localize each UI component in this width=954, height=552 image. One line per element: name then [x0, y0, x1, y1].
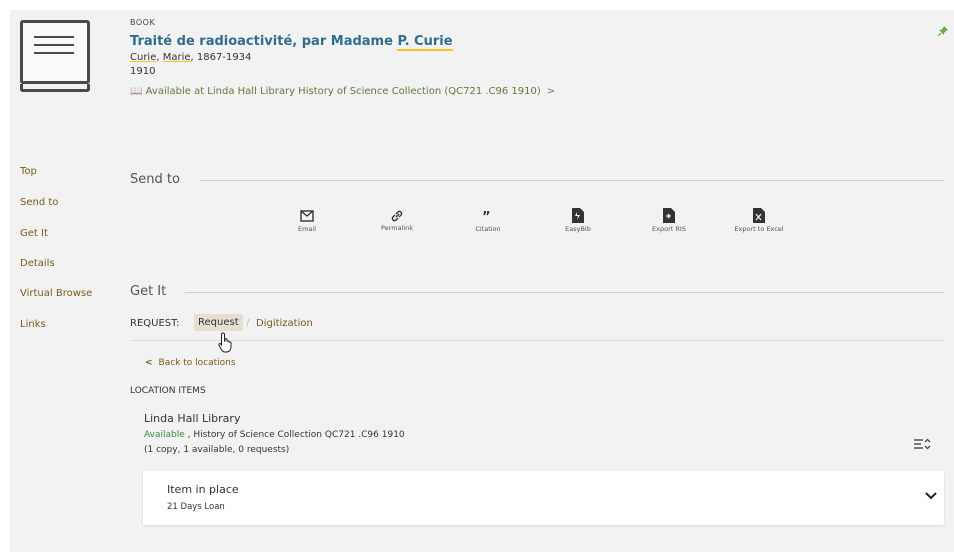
- item-row[interactable]: Item in place 21 Days Loan: [143, 471, 944, 525]
- book-thumbnail-icon: [20, 20, 96, 94]
- location-copies: (1 copy, 1 available, 0 requests): [144, 445, 290, 455]
- nav-send-to[interactable]: Send to: [20, 197, 58, 208]
- easybib-icon: [572, 208, 584, 223]
- quote-icon: ”: [482, 211, 491, 221]
- request-divider: [130, 340, 944, 341]
- chevron-left-icon: <: [145, 358, 153, 368]
- pin-icon[interactable]: [938, 26, 948, 36]
- location-items-heading: LOCATION ITEMS: [130, 386, 206, 396]
- hand-cursor-icon: [218, 332, 232, 353]
- availability-status: Available: [144, 430, 185, 440]
- excel-icon: [753, 208, 765, 223]
- nav-details[interactable]: Details: [20, 258, 55, 269]
- record-type: BOOK: [130, 18, 156, 27]
- citation-button[interactable]: ” Citation: [453, 211, 523, 233]
- link-icon: [391, 210, 403, 222]
- item-policy: 21 Days Loan: [167, 502, 225, 512]
- nav-top[interactable]: Top: [20, 166, 37, 177]
- nav-virtual-browse[interactable]: Virtual Browse: [20, 288, 92, 299]
- nav-links[interactable]: Links: [20, 319, 46, 330]
- item-status: Item in place: [167, 483, 239, 496]
- request-label: REQUEST:: [130, 318, 180, 329]
- location-name: Linda Hall Library: [144, 412, 241, 425]
- export-ris-icon: [663, 208, 675, 223]
- request-tab[interactable]: Request: [194, 314, 243, 331]
- get-it-divider: [185, 292, 944, 293]
- back-to-locations-link[interactable]: < Back to locations: [145, 358, 236, 368]
- digitization-tab[interactable]: Digitization: [256, 318, 313, 329]
- request-separator: /: [246, 318, 250, 329]
- availability-link[interactable]: 📖 Available at Linda Hall Library Histor…: [130, 86, 555, 97]
- record-title[interactable]: Traité de radioactivité, par Madame P. C…: [130, 34, 453, 51]
- envelope-icon: [300, 210, 314, 222]
- export-excel-button[interactable]: Export to Excel: [724, 208, 794, 233]
- email-button[interactable]: Email: [272, 210, 342, 233]
- export-ris-button[interactable]: Export RIS: [634, 208, 704, 233]
- book-availability-icon: 📖: [130, 86, 143, 97]
- nav-get-it[interactable]: Get It: [20, 228, 48, 239]
- svg-text:”: ”: [482, 211, 491, 221]
- easybib-button[interactable]: EasyBib: [543, 208, 613, 233]
- record-author[interactable]: Curie, Marie, 1867-1934: [130, 52, 251, 63]
- chevron-down-icon[interactable]: [925, 491, 937, 501]
- permalink-button[interactable]: Permalink: [362, 209, 432, 232]
- availability-chevron-icon: >: [546, 86, 556, 97]
- get-it-heading: Get It: [130, 284, 167, 299]
- send-to-divider: [200, 180, 944, 181]
- location-availability: Available , History of Science Collectio…: [144, 430, 405, 440]
- record-year: 1910: [130, 66, 156, 77]
- filter-sort-icon[interactable]: [913, 437, 931, 451]
- send-to-heading: Send to: [130, 172, 180, 187]
